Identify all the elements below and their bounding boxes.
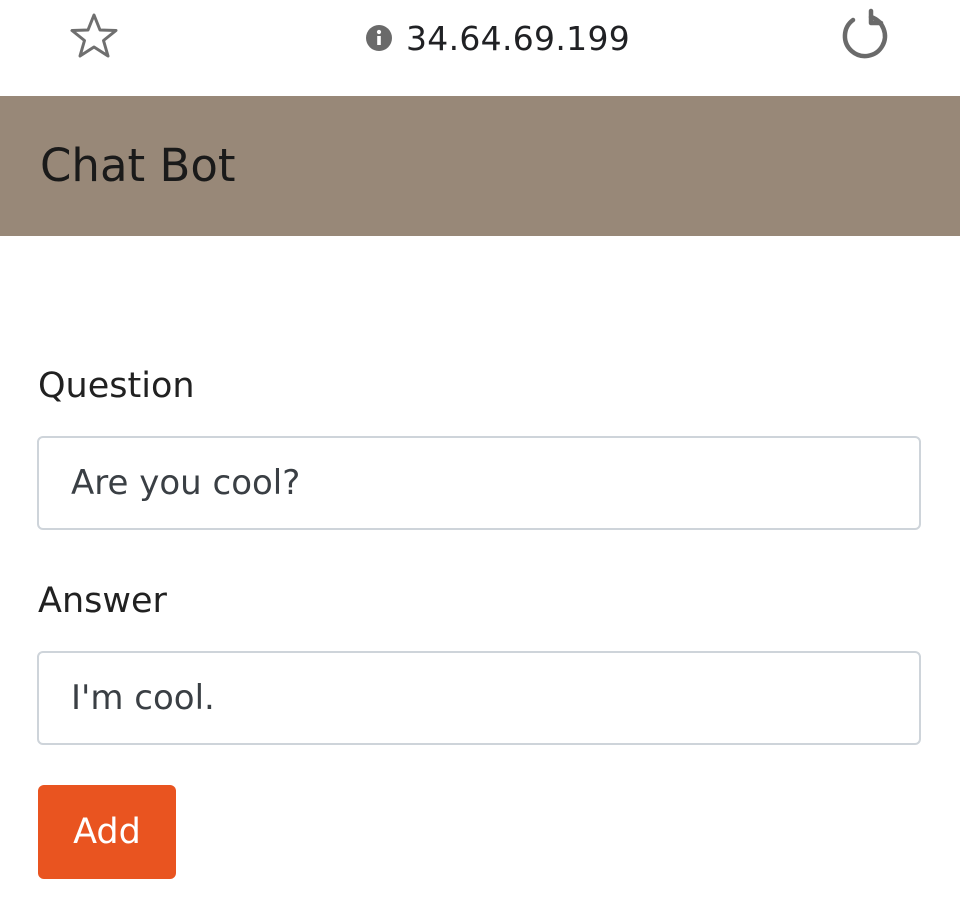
bookmark-button[interactable]	[66, 12, 122, 64]
page-title: Chat Bot	[40, 139, 236, 192]
url-text: 34.64.69.199	[406, 18, 631, 58]
browser-toolbar: 34.64.69.199	[0, 0, 960, 96]
reload-button[interactable]	[832, 8, 896, 68]
answer-input[interactable]	[37, 651, 921, 745]
info-icon[interactable]	[364, 23, 394, 53]
question-input[interactable]	[37, 436, 921, 530]
question-label: Question	[38, 366, 195, 406]
reload-icon	[835, 7, 893, 69]
star-icon	[68, 11, 120, 65]
add-button[interactable]: Add	[38, 785, 176, 879]
answer-label: Answer	[38, 581, 167, 621]
address-bar[interactable]: 34.64.69.199	[364, 14, 630, 62]
